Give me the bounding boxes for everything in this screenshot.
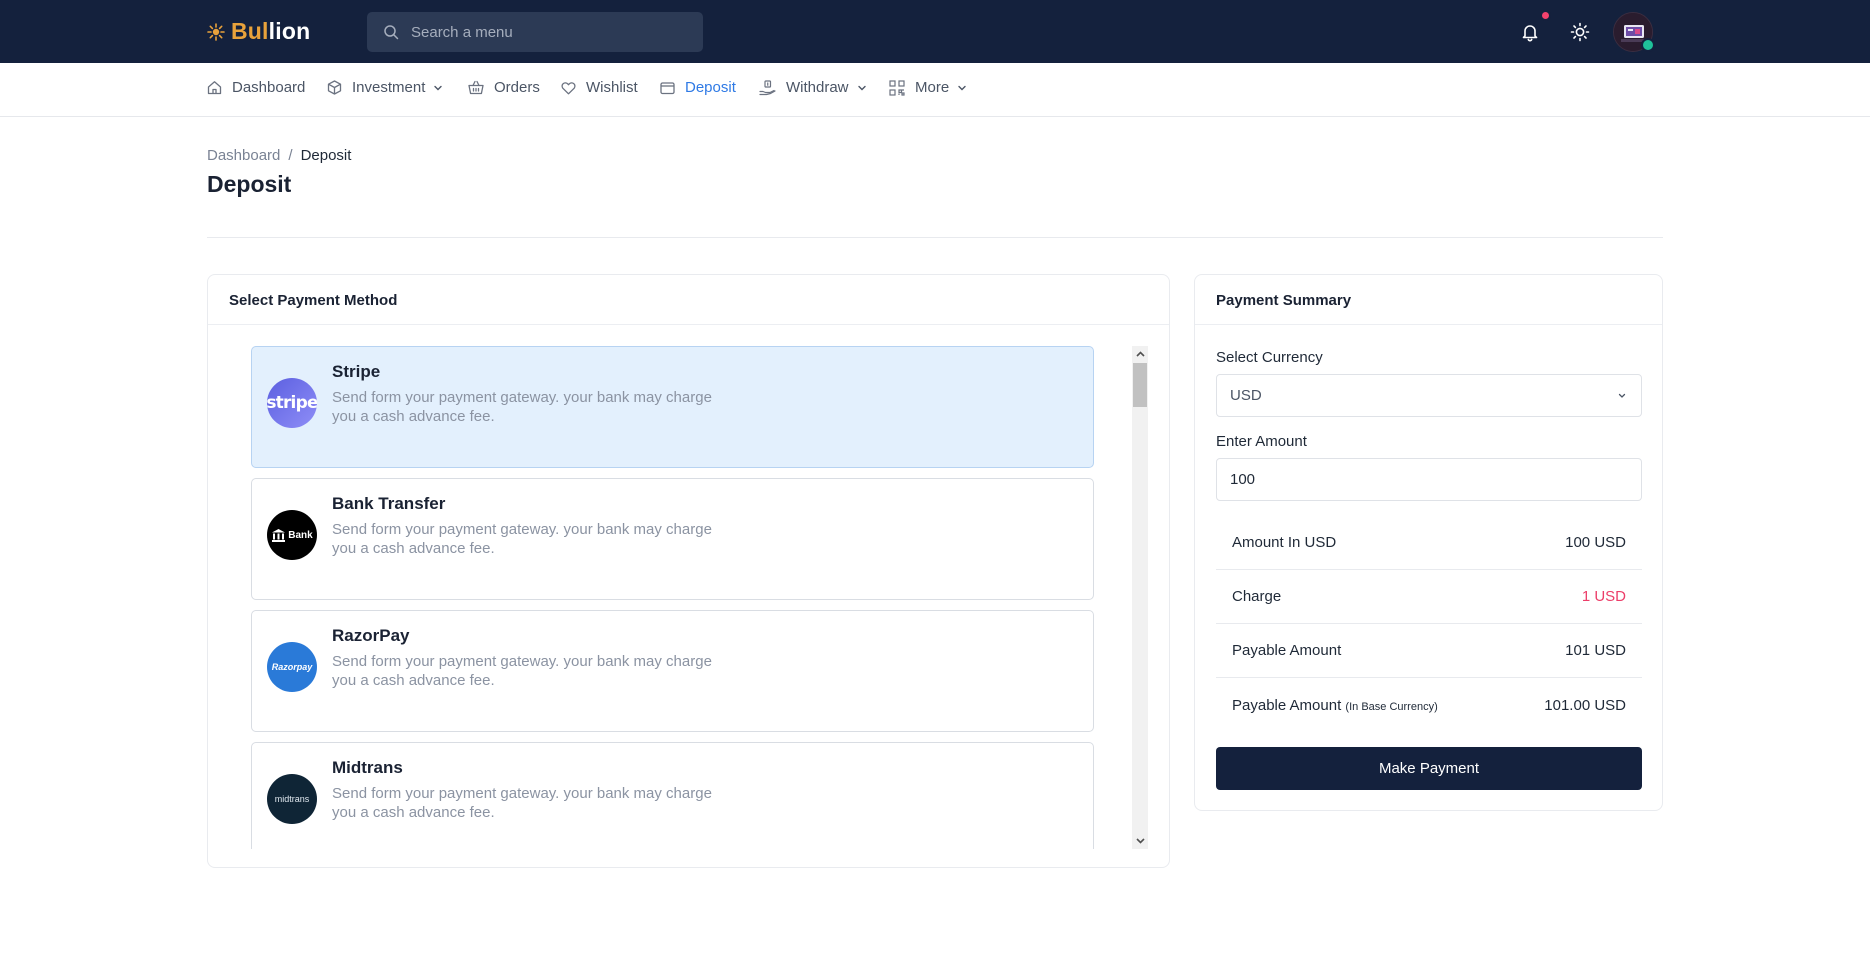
- nav-item-withdraw[interactable]: Withdraw: [759, 79, 867, 96]
- page-title: Deposit: [207, 171, 292, 197]
- heart-icon: [561, 81, 576, 94]
- scrollbar-thumb[interactable]: [1133, 363, 1147, 407]
- currency-label: Select Currency: [1216, 349, 1323, 366]
- payment-methods-card: Select Payment Method stripe Stripe Send…: [207, 274, 1170, 868]
- nav-label: Wishlist: [586, 79, 638, 96]
- amount-label: Enter Amount: [1216, 433, 1307, 450]
- logo-text-part2: lion: [268, 18, 311, 44]
- make-payment-button[interactable]: Make Payment: [1216, 747, 1642, 790]
- scrollbar[interactable]: [1132, 346, 1148, 849]
- summary-row-charge: Charge 1 USD: [1216, 570, 1642, 624]
- nav-label: Dashboard: [232, 79, 306, 96]
- nav-item-orders[interactable]: Orders: [468, 79, 540, 96]
- row-label: Amount In USD: [1232, 534, 1337, 551]
- summary-row-payable: Payable Amount 101 USD: [1216, 624, 1642, 678]
- nav-label: Investment: [352, 79, 426, 96]
- basket-icon: [468, 80, 484, 95]
- amount-value: 100: [1230, 471, 1256, 488]
- stripe-logo-text: stripe: [267, 393, 317, 413]
- card-title: Select Payment Method: [208, 275, 1169, 325]
- payment-method-bank-transfer[interactable]: Bank Bank Transfer Send form your paymen…: [251, 478, 1094, 600]
- nav-item-deposit[interactable]: Deposit: [660, 79, 736, 96]
- logo[interactable]: Bullion: [207, 18, 310, 45]
- row-sublabel: (In Base Currency): [1345, 700, 1438, 713]
- chevron-down-icon: [857, 85, 866, 90]
- withdraw-icon: [759, 79, 776, 95]
- razorpay-logo-text: Razorpay: [271, 662, 313, 672]
- scroll-up-arrow-icon[interactable]: [1132, 346, 1148, 362]
- nav-label: Orders: [494, 79, 540, 96]
- breadcrumb: Dashboard / Deposit: [207, 147, 351, 164]
- card-title: Payment Summary: [1195, 275, 1662, 325]
- nav-label: More: [915, 79, 950, 96]
- theme-toggle-icon[interactable]: [1569, 21, 1591, 43]
- home-icon: [207, 81, 222, 95]
- cube-icon: [327, 80, 342, 95]
- payment-method-midtrans[interactable]: midtrans Midtrans Send form your payment…: [251, 742, 1094, 849]
- search-icon: [384, 25, 399, 40]
- search-input[interactable]: [411, 23, 681, 41]
- logo-text: Bullion: [231, 18, 310, 45]
- main-nav: Dashboard Investment Orders Wishlist Dep…: [0, 63, 1870, 117]
- wallet-icon: [660, 81, 675, 94]
- currency-select[interactable]: USD: [1216, 374, 1642, 417]
- nav-label: Withdraw: [786, 79, 849, 96]
- row-value: 101.00 USD: [1544, 696, 1626, 714]
- currency-value: USD: [1230, 387, 1262, 404]
- row-label: Payable Amount: [1232, 696, 1342, 714]
- amount-input[interactable]: 100: [1216, 458, 1642, 501]
- method-name: Bank Transfer: [332, 494, 446, 513]
- notification-badge: [1540, 10, 1551, 21]
- online-status-badge: [1641, 38, 1655, 52]
- chevron-down-icon: [434, 85, 443, 90]
- logo-text-part1: Bul: [231, 18, 269, 44]
- payment-method-stripe[interactable]: stripe Stripe Send form your payment gat…: [251, 346, 1094, 468]
- breadcrumb-current: Deposit: [300, 147, 352, 164]
- summary-row-amount: Amount In USD 100 USD: [1216, 516, 1642, 570]
- header-divider: [207, 237, 1663, 238]
- grid-icon: [889, 79, 905, 96]
- method-name: Midtrans: [332, 758, 403, 777]
- midtrans-logo-text: midtrans: [274, 794, 310, 804]
- nav-item-investment[interactable]: Investment: [327, 79, 443, 96]
- bell-icon[interactable]: [1519, 21, 1541, 43]
- method-description: Send form your payment gateway. your ban…: [332, 521, 712, 557]
- payment-methods-list[interactable]: stripe Stripe Send form your payment gat…: [251, 346, 1096, 849]
- row-label: Payable Amount: [1232, 642, 1342, 659]
- chevron-down-icon: [958, 85, 966, 90]
- bank-logo-icon: Bank: [267, 510, 317, 560]
- breadcrumb-separator: /: [288, 147, 293, 164]
- scroll-down-arrow-icon[interactable]: [1132, 833, 1148, 849]
- top-bar: Bullion: [0, 0, 1870, 63]
- midtrans-logo-icon: midtrans: [267, 774, 317, 824]
- payment-summary-card: Payment Summary Select Currency USD Ente…: [1194, 274, 1663, 811]
- summary-row-payable-base: Payable Amount (In Base Currency) 101.00…: [1216, 678, 1642, 732]
- payment-method-razorpay[interactable]: Razorpay RazorPay Send form your payment…: [251, 610, 1094, 732]
- razorpay-logo-icon: Razorpay: [267, 642, 317, 692]
- method-description: Send form your payment gateway. your ban…: [332, 785, 712, 821]
- breadcrumb-link-dashboard[interactable]: Dashboard: [207, 147, 280, 164]
- chevron-down-icon: [1618, 393, 1626, 398]
- stripe-logo-icon: stripe: [267, 378, 317, 428]
- nav-label: Deposit: [685, 79, 736, 96]
- nav-item-wishlist[interactable]: Wishlist: [561, 79, 638, 96]
- method-description: Send form your payment gateway. your ban…: [332, 653, 712, 689]
- nav-item-more[interactable]: More: [889, 79, 967, 96]
- bank-logo-text: Bank: [288, 529, 313, 541]
- row-value: 1 USD: [1581, 588, 1626, 605]
- method-name: Stripe: [332, 362, 381, 381]
- row-label: Charge: [1232, 588, 1282, 605]
- row-value: 100 USD: [1565, 534, 1626, 551]
- logo-icon: [207, 22, 225, 41]
- method-description: Send form your payment gateway. your ban…: [332, 389, 712, 425]
- method-name: RazorPay: [332, 626, 410, 645]
- row-label-wrap: Payable Amount (In Base Currency): [1232, 697, 1438, 714]
- nav-item-dashboard[interactable]: Dashboard: [207, 79, 305, 96]
- row-value: 101 USD: [1565, 642, 1626, 659]
- bank-building-icon: [272, 528, 286, 542]
- search-box[interactable]: [367, 12, 703, 52]
